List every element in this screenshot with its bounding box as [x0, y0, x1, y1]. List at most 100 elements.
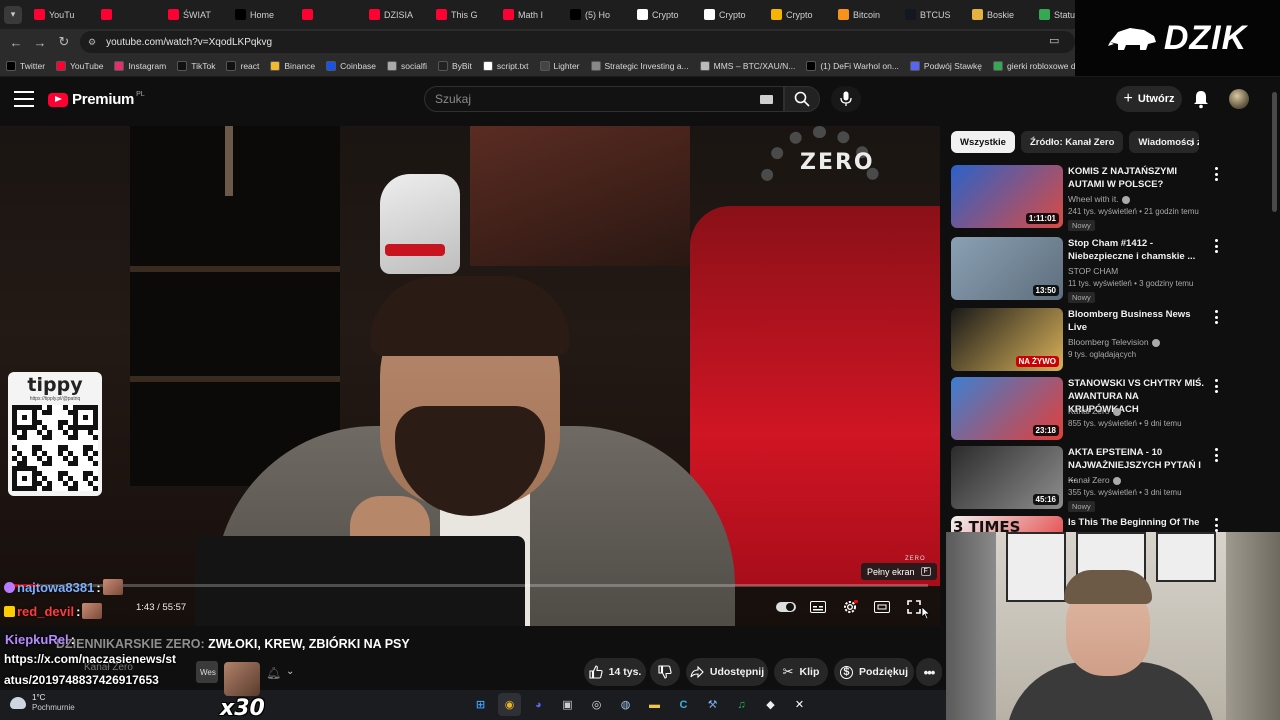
more-vertical-icon[interactable]: [1213, 239, 1219, 253]
spotify-icon[interactable]: ♫: [730, 693, 753, 716]
chevron-right-icon[interactable]: ›: [1190, 134, 1195, 150]
theater-mode-icon[interactable]: [872, 599, 892, 615]
bookmark-item[interactable]: Lighter: [539, 60, 580, 71]
browser-tab[interactable]: Crypto: [765, 0, 832, 29]
video-thumbnail[interactable]: 13:50: [951, 237, 1063, 300]
search-input[interactable]: [425, 87, 745, 111]
recommended-video-title[interactable]: Bloomberg Business News Live: [1068, 308, 1208, 334]
bookmark-item[interactable]: YouTube: [56, 60, 103, 71]
app-icon[interactable]: ◆: [759, 693, 782, 716]
bookmark-item[interactable]: react: [226, 60, 259, 71]
recommended-channel[interactable]: Bloomberg Television: [1068, 337, 1160, 347]
windows-start-icon[interactable]: ⊞: [469, 693, 492, 716]
share-button[interactable]: Udostępnij: [686, 658, 768, 686]
video-thumbnail[interactable]: 1:11:01: [951, 165, 1063, 228]
recommended-channel[interactable]: STOP CHAM: [1068, 266, 1118, 276]
recommended-video[interactable]: 13:50 Stop Cham #1412 - Niebezpieczne i c…: [951, 237, 1251, 303]
bookmark-item[interactable]: gierki robloxowe do: [993, 60, 1080, 71]
browser-tab[interactable]: DZISIA: [363, 0, 430, 29]
bookmark-item[interactable]: (1) DeFi Warhol on...: [806, 60, 899, 71]
obs-icon[interactable]: ◎: [585, 693, 608, 716]
bookmark-item[interactable]: socialfi: [387, 60, 427, 71]
steam-icon[interactable]: ◍: [614, 693, 637, 716]
menu-icon[interactable]: [14, 91, 34, 107]
recommended-video[interactable]: 45:16 AKTA EPSTEINA - 10 NAJWAŻNIEJSZYCH …: [951, 446, 1251, 512]
browser-tab[interactable]: Boskie: [966, 0, 1033, 29]
scrollbar-thumb[interactable]: [1272, 92, 1277, 212]
recommended-video-title[interactable]: Stop Cham #1412 - Niebezpieczne i chamsk…: [1068, 237, 1208, 263]
more-vertical-icon[interactable]: [1213, 310, 1219, 324]
subtitles-icon[interactable]: [808, 599, 828, 615]
weather-widget[interactable]: 1°C Pochmurnie: [10, 693, 75, 712]
bookmark-item[interactable]: Coinbase: [326, 60, 376, 71]
bookmark-item[interactable]: script.txt: [482, 60, 529, 71]
clip-button[interactable]: ✂ Klip: [774, 658, 828, 686]
close-app-icon[interactable]: ✕: [788, 693, 811, 716]
forward-icon[interactable]: →: [28, 30, 52, 54]
editor-icon[interactable]: ▣: [556, 693, 579, 716]
recommended-channel[interactable]: Kanał Zero: [1068, 406, 1121, 416]
folder-icon[interactable]: ▬: [643, 693, 666, 716]
filter-chip[interactable]: Wiadomości z...: [1129, 131, 1200, 153]
ccleaner-icon[interactable]: C: [672, 693, 695, 716]
address-bar[interactable]: ⚙ youtube.com/watch?v=XqodLKPqkvg: [80, 31, 1075, 53]
autoplay-toggle[interactable]: [776, 602, 796, 612]
browser-tab[interactable]: Crypto: [631, 0, 698, 29]
notifications-bell-icon[interactable]: [1192, 89, 1210, 109]
bookmark-item[interactable]: MMS – BTC/XAU/N...: [699, 60, 795, 71]
chevron-down-icon[interactable]: ⌄: [286, 666, 294, 677]
site-info-icon[interactable]: ⚙: [88, 37, 96, 48]
recommended-channel[interactable]: Wheel with it.: [1068, 194, 1130, 204]
more-vertical-icon[interactable]: [1213, 518, 1219, 532]
bookmark-item[interactable]: Podwój Stawkę: [909, 60, 982, 71]
chrome-icon[interactable]: ◉: [498, 693, 521, 716]
more-actions-button[interactable]: •••: [916, 658, 942, 686]
like-button[interactable]: 14 tys.: [584, 658, 646, 686]
more-vertical-icon[interactable]: [1213, 379, 1219, 393]
video-thumbnail[interactable]: NA ŻYWO: [951, 308, 1063, 371]
bookmark-item[interactable]: TikTok: [177, 60, 215, 71]
browser-tab[interactable]: ŚWIAT: [162, 0, 229, 29]
settings-icon[interactable]: [840, 599, 860, 615]
more-vertical-icon[interactable]: [1213, 167, 1219, 181]
recommended-video[interactable]: 23:18 STANOWSKI VS CHYTRY MIŚ. AWANTURA N…: [951, 377, 1251, 441]
browser-tab[interactable]: BTCUS: [899, 0, 966, 29]
create-button[interactable]: + Utwórz: [1116, 86, 1182, 112]
network-icon[interactable]: ⚒: [701, 693, 724, 716]
account-avatar[interactable]: [1229, 89, 1249, 109]
dislike-button[interactable]: [650, 658, 680, 686]
search-button[interactable]: [784, 86, 820, 112]
filter-chip[interactable]: Wszystkie: [951, 131, 1015, 153]
bookmark-item[interactable]: Instagram: [114, 60, 166, 71]
browser-tab[interactable]: This G: [430, 0, 497, 29]
progress-bar[interactable]: [12, 584, 928, 587]
thanks-button[interactable]: $ Podziękuj: [834, 658, 914, 686]
bookmark-item[interactable]: Binance: [270, 60, 315, 71]
recommended-video-title[interactable]: Is This The Beginning Of The: [1068, 516, 1208, 529]
browser-tab[interactable]: Bitcoin: [832, 0, 899, 29]
filter-chip[interactable]: Źródło: Kanał Zero: [1020, 131, 1124, 153]
notification-bell-icon[interactable]: 🔔︎: [266, 666, 281, 680]
video-player[interactable]: ZERO ZERO Pełny ekran F 1:43 / 55:57: [0, 126, 940, 626]
back-icon[interactable]: ←: [4, 30, 28, 54]
voice-search-button[interactable]: [831, 86, 861, 112]
video-thumbnail[interactable]: 45:16: [951, 446, 1063, 509]
browser-tab[interactable]: (5) Ho: [564, 0, 631, 29]
keyboard-icon[interactable]: [760, 95, 773, 104]
recommended-video[interactable]: 1:11:01 KOMIS Z NAJTAŃSZYMI AUTAMI W POLS…: [951, 165, 1251, 231]
discord-icon[interactable]: ◕: [527, 693, 550, 716]
more-vertical-icon[interactable]: [1213, 448, 1219, 462]
browser-tab[interactable]: YouTu: [28, 0, 95, 29]
browser-tab[interactable]: Home: [229, 0, 296, 29]
recommended-video-title[interactable]: KOMIS Z NAJTAŃSZYMI AUTAMI W POLSCE?: [1068, 165, 1208, 191]
browser-tab[interactable]: Math I: [497, 0, 564, 29]
cast-icon[interactable]: ▭: [1049, 34, 1059, 47]
browser-tab[interactable]: [95, 0, 162, 29]
recommended-video[interactable]: NA ŻYWO Bloomberg Business News Live Bloom…: [951, 308, 1251, 372]
browser-tab[interactable]: Crypto: [698, 0, 765, 29]
browser-tab[interactable]: [296, 0, 363, 29]
bookmark-item[interactable]: Twitter: [6, 60, 45, 71]
tab-search-button[interactable]: ▾: [4, 5, 22, 24]
recommended-channel[interactable]: Kanał Zero: [1068, 475, 1121, 485]
youtube-logo[interactable]: Premium PL: [48, 91, 145, 108]
